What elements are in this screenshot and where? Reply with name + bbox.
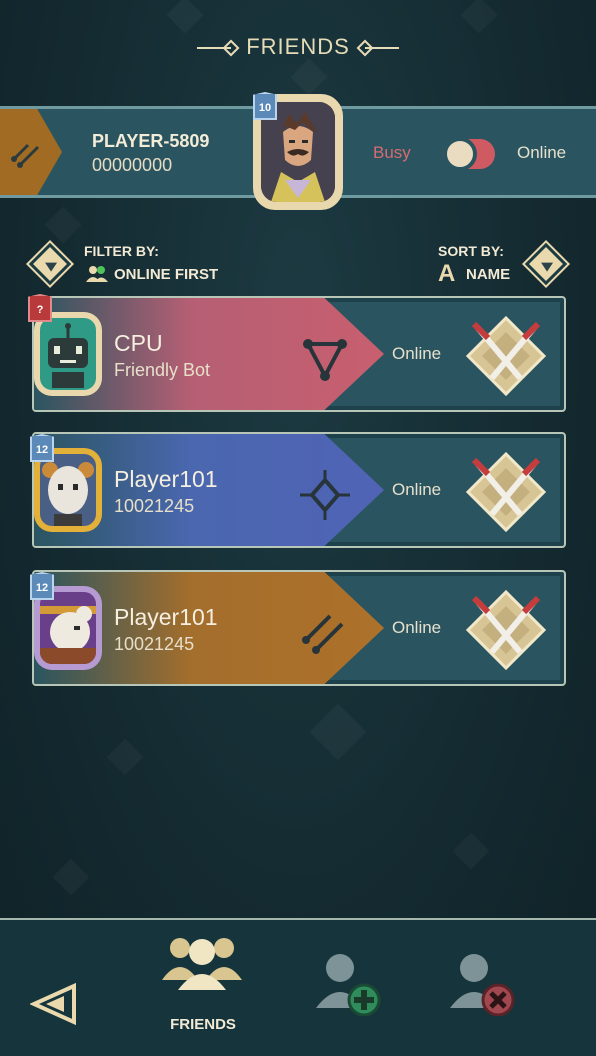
bg-diamond: [453, 833, 490, 870]
robot-icon: [48, 323, 88, 388]
friend-card[interactable]: CPU Friendly Bot Online: [32, 296, 566, 412]
player-id: 00000000: [92, 155, 173, 175]
sort-value[interactable]: NAME: [466, 266, 510, 283]
status-online-label[interactable]: Online: [517, 143, 566, 163]
friend-status: Online: [392, 344, 442, 363]
sort-dropdown-button[interactable]: [524, 242, 568, 286]
friend-level-badge: 12: [30, 572, 54, 600]
triangle-rank-icon: [303, 339, 347, 381]
goat-avatar: [40, 454, 96, 526]
back-arrow-icon[interactable]: [30, 982, 78, 1026]
challenge-swords-button[interactable]: [464, 588, 548, 672]
player-level-badge: 10: [253, 92, 277, 120]
diamond-rank-icon: [300, 470, 350, 520]
challenge-swords-button[interactable]: [464, 314, 548, 398]
status-busy-label[interactable]: Busy: [373, 143, 411, 163]
online-users-icon: [86, 266, 108, 282]
bg-diamond: [53, 859, 90, 896]
remove-friend-icon[interactable]: [450, 952, 518, 1016]
title-ornament-right: [364, 47, 399, 50]
filter-value[interactable]: ONLINE FIRST: [114, 266, 218, 283]
friend-name: Player101: [114, 604, 218, 630]
status-toggle-knob: [443, 137, 477, 171]
friend-subtitle: 10021245: [114, 496, 195, 516]
friend-subtitle: Friendly Bot: [114, 360, 211, 380]
filter-dropdown-button[interactable]: [28, 242, 72, 286]
circuit-rank-icon: [302, 614, 344, 654]
friend-subtitle: 10021245: [114, 634, 195, 654]
title-ornament-left: [197, 47, 232, 50]
bg-diamond: [461, 0, 498, 33]
sort-alpha-icon: A: [438, 260, 456, 287]
bg-diamond: [107, 739, 144, 776]
friends-icon[interactable]: [160, 932, 244, 992]
page-title: FRIENDS: [0, 34, 596, 60]
chevron-down-icon: [45, 262, 58, 272]
friends-nav-label[interactable]: FRIENDS: [153, 1016, 253, 1033]
page-title-text: FRIENDS: [246, 34, 350, 59]
bg-diamond: [291, 59, 328, 96]
challenge-swords-button[interactable]: [464, 450, 548, 534]
player-rank-flag: [0, 109, 62, 195]
bg-diamond: [167, 0, 204, 33]
add-friend-icon[interactable]: [316, 952, 384, 1016]
player-name: PLAYER-5809: [92, 131, 210, 151]
friend-card[interactable]: Player101 10021245 Online: [32, 570, 566, 686]
circuit-icon: [11, 143, 40, 168]
bottom-nav: FRIENDS: [0, 918, 596, 1056]
rat-icon: [40, 606, 96, 664]
filter-label: FILTER BY:: [84, 243, 159, 259]
friend-status: Online: [392, 618, 442, 637]
friend-level-badge: ?: [28, 294, 52, 322]
friend-card[interactable]: Player101 10021245 Online: [32, 432, 566, 548]
chevron-down-icon: [541, 262, 554, 272]
friend-avatar: [34, 312, 102, 396]
friend-name: CPU: [114, 330, 163, 356]
friend-status: Online: [392, 480, 442, 499]
bg-diamond: [45, 207, 82, 244]
status-toggle[interactable]: [443, 137, 495, 171]
goat-icon: [42, 462, 94, 526]
friend-level-badge: 12: [30, 434, 54, 462]
sort-label: SORT BY:: [438, 243, 504, 259]
robot-avatar: [40, 318, 96, 390]
rat-avatar: [40, 592, 96, 664]
bg-diamond: [310, 704, 367, 761]
friend-name: Player101: [114, 466, 218, 492]
